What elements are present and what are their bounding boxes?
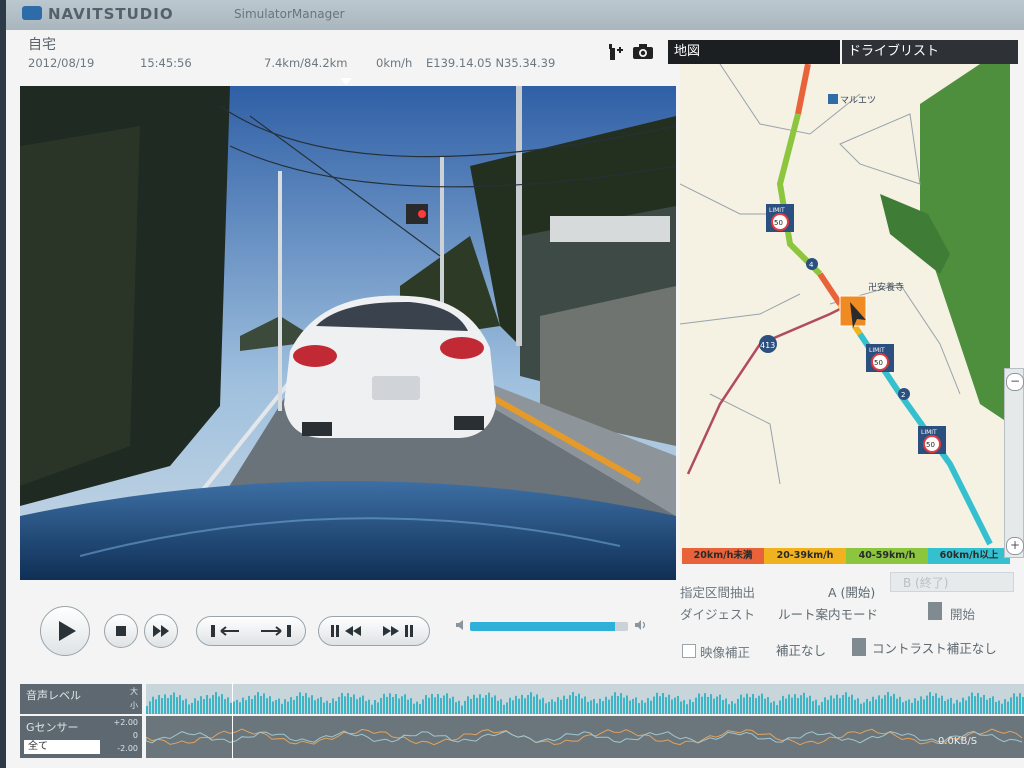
- current-position-icon: [839, 295, 867, 328]
- distance-value: 7.4km/84.2km: [264, 56, 348, 70]
- section-end-button[interactable]: B (終了): [890, 572, 1014, 592]
- limit-sign-value: 50: [926, 441, 935, 449]
- video-correction-checkbox[interactable]: [682, 644, 696, 658]
- digest-mode-select[interactable]: ルート案内モード: [778, 604, 878, 623]
- app-window: NAVITSTUDIO SimulatorManager 自宅 2012/08/…: [6, 0, 1024, 768]
- volume-high-icon: [635, 620, 646, 630]
- coordinates-value: E139.14.05 N35.34.39: [426, 56, 556, 70]
- map-label-route-2: 2: [901, 391, 905, 399]
- route-map: マルエツ 卍安養寺 413 4 2 LIMIT 50 LIMIT 50 LIMI…: [680, 64, 1010, 562]
- g-sensor-filter-select[interactable]: 全て: [24, 740, 100, 754]
- g-sensor-label: Gセンサー +2.00 0 -2.00 全て: [20, 716, 142, 758]
- marker-jump-group: [196, 616, 306, 646]
- next-marker-icon[interactable]: [253, 617, 305, 645]
- correction-dropdown-icon[interactable]: [852, 638, 866, 656]
- speed-limit-sign: LIMIT 50: [866, 344, 894, 372]
- g-scale-top: +2.00: [113, 718, 138, 727]
- speed-value: 0km/h: [376, 56, 413, 70]
- legend-slow: 20km/h未満: [682, 548, 764, 564]
- map-label-route-4: 4: [809, 261, 814, 269]
- place-name: 自宅: [28, 37, 56, 53]
- audio-level-title: 音声レベル: [26, 689, 81, 702]
- video-correction-label: 映像補正: [700, 645, 751, 660]
- speed-limit-sign: LIMIT 50: [766, 204, 794, 232]
- title-bar: NAVITSTUDIO SimulatorManager: [6, 0, 1024, 30]
- legend-medium: 20-39km/h: [764, 548, 846, 564]
- fast-forward-button[interactable]: [144, 614, 178, 648]
- zoom-in-icon[interactable]: +: [1006, 537, 1024, 555]
- map-label-temple: 卍安養寺: [868, 281, 904, 293]
- playhead[interactable]: [232, 682, 233, 760]
- legend-very-fast: 60km/h以上: [928, 548, 1010, 564]
- audio-level-graph[interactable]: [146, 684, 1024, 714]
- info-bar: 自宅 2012/08/19 15:45:56 7.4km/84.2km 0km/…: [6, 30, 666, 72]
- map-label-shop: マルエツ: [840, 96, 876, 106]
- digest-start-button[interactable]: 開始: [950, 604, 975, 623]
- audio-waveform: [146, 692, 1024, 714]
- section-extract-label: 指定区間抽出: [680, 585, 756, 600]
- limit-sign-value: 50: [774, 219, 783, 227]
- map-view[interactable]: マルエツ 卍安養寺 413 4 2 LIMIT 50 LIMIT 50 LIMI…: [680, 64, 1010, 562]
- g-scale-mid: 0: [132, 731, 138, 740]
- volume-low-icon: [456, 620, 463, 630]
- fast-forward-icon: [153, 625, 169, 637]
- stop-button[interactable]: [104, 614, 138, 648]
- contrast-select[interactable]: コントラスト補正なし: [872, 638, 997, 657]
- zoom-out-icon[interactable]: −: [1006, 373, 1024, 391]
- date-value: 2012/08/19: [28, 56, 95, 70]
- limit-sign-value: 50: [874, 359, 883, 367]
- g-scale-bottom: -2.00: [117, 744, 138, 753]
- limit-sign-label: LIMIT: [921, 429, 937, 436]
- frame-step-group: [318, 616, 430, 646]
- transfer-rate: 0.0KB/S: [938, 736, 978, 747]
- app-logo-icon: [22, 6, 42, 20]
- map-label-route: 413: [760, 341, 775, 350]
- add-marker-icon[interactable]: [606, 42, 624, 62]
- legend-fast: 40-59km/h: [846, 548, 928, 564]
- app-brand: NAVITSTUDIO: [48, 5, 174, 23]
- audio-level-label: 音声レベル 大 小: [20, 684, 142, 714]
- digest-dropdown-icon[interactable]: [928, 602, 942, 620]
- zoom-slider[interactable]: − +: [1004, 368, 1024, 558]
- window-title: SimulatorManager: [234, 7, 345, 21]
- audio-scale-low: 小: [130, 701, 138, 710]
- limit-sign-label: LIMIT: [769, 207, 785, 214]
- frame-back-icon[interactable]: [321, 617, 373, 645]
- g-sensor-graph[interactable]: [145, 716, 1024, 758]
- volume-slider[interactable]: [470, 622, 628, 631]
- correction-select[interactable]: 補正なし: [776, 640, 826, 659]
- tab-map[interactable]: 地図: [668, 40, 840, 64]
- g-sensor-waveform: [145, 728, 1023, 746]
- dashcam-frame: [20, 86, 676, 580]
- tab-drive-list[interactable]: ドライブリスト: [842, 40, 1018, 64]
- audio-scale-high: 大: [130, 687, 138, 696]
- limit-sign-label: LIMIT: [869, 347, 885, 354]
- play-icon: [59, 621, 76, 641]
- camera-icon[interactable]: [632, 44, 654, 60]
- section-start-button[interactable]: A (開始): [828, 582, 875, 601]
- time-value: 15:45:56: [140, 56, 192, 70]
- prev-marker-icon[interactable]: [199, 617, 251, 645]
- volume-fill: [470, 622, 616, 631]
- video-view: [20, 86, 676, 580]
- seek-marker-icon[interactable]: [340, 78, 352, 85]
- g-sensor-title: Gセンサー: [26, 721, 79, 734]
- speed-legend: 20km/h未満 20-39km/h 40-59km/h 60km/h以上: [682, 548, 1010, 564]
- speed-limit-sign: LIMIT 50: [918, 426, 946, 454]
- stop-icon: [116, 626, 126, 636]
- play-button[interactable]: [40, 606, 90, 656]
- frame-forward-icon[interactable]: [375, 617, 427, 645]
- digest-label: ダイジェスト: [680, 607, 756, 622]
